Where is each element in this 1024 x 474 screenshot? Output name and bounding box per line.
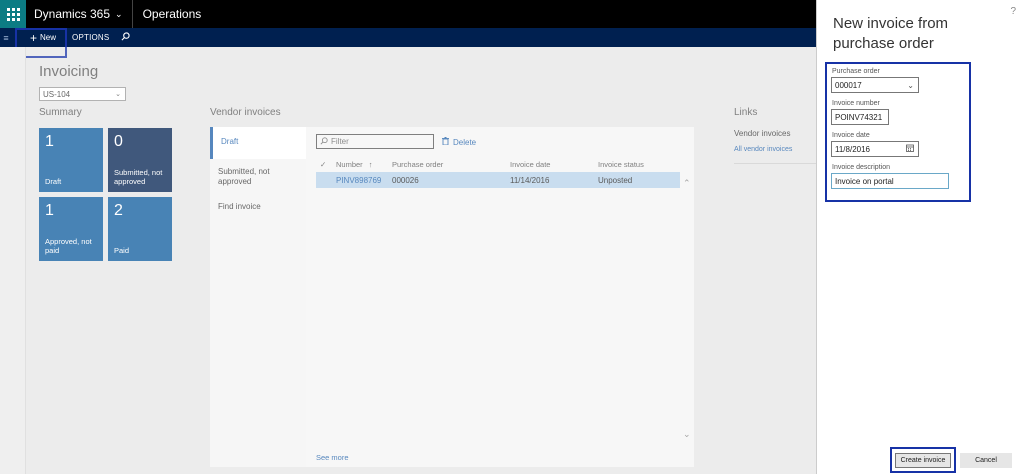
tile-draft[interactable]: 1 Draft bbox=[39, 128, 103, 192]
purchase-order-cell: 000026 bbox=[392, 176, 419, 185]
delete-label: Delete bbox=[453, 137, 477, 147]
summary-title: Summary bbox=[39, 107, 82, 118]
navigation-pane bbox=[0, 47, 26, 474]
check-icon[interactable]: ✓ bbox=[320, 160, 326, 169]
links-divider bbox=[734, 163, 816, 164]
column-invoice-status[interactable]: Invoice status bbox=[598, 160, 644, 169]
tile-paid[interactable]: 2 Paid bbox=[108, 197, 172, 261]
chevron-down-icon: ⌄ bbox=[115, 91, 121, 98]
invoice-number-link[interactable]: PINV898769 bbox=[336, 176, 381, 185]
tile-submitted-not-approved[interactable]: 0 Submitted, not approved bbox=[108, 128, 172, 192]
app-launcher[interactable] bbox=[0, 0, 26, 28]
company-select[interactable]: US-104 ⌄ bbox=[39, 87, 126, 101]
search-icon[interactable] bbox=[121, 32, 131, 43]
tile-count: 1 bbox=[45, 133, 54, 150]
tile-label: Paid bbox=[114, 246, 130, 255]
vendor-invoices-title: Vendor invoices bbox=[210, 107, 281, 118]
scroll-down-icon[interactable]: ⌄ bbox=[683, 429, 691, 440]
chevron-down-icon: ⌄ bbox=[115, 8, 123, 19]
tile-count: 1 bbox=[45, 202, 54, 219]
tile-count: 0 bbox=[114, 133, 123, 150]
tile-approved-not-paid[interactable]: 1 Approved, not paid bbox=[39, 197, 103, 261]
tile-label: Approved, not paid bbox=[45, 237, 92, 255]
links-title: Links bbox=[734, 107, 758, 118]
tile-label: Submitted, not approved bbox=[114, 168, 163, 186]
filter-placeholder: Filter bbox=[331, 137, 349, 146]
column-number[interactable]: Number ↑ bbox=[336, 160, 373, 169]
filter-input[interactable]: Filter bbox=[316, 134, 434, 149]
waffle-icon bbox=[6, 7, 20, 21]
brand-name: Dynamics 365 bbox=[34, 7, 111, 21]
company-value: US-104 bbox=[43, 89, 71, 99]
create-invoice-highlight bbox=[890, 447, 956, 473]
grid-header: ✓ Number ↑ Purchase order Invoice date I… bbox=[306, 157, 694, 171]
page-title: Invoicing bbox=[39, 63, 99, 80]
filter-icon bbox=[320, 136, 328, 147]
fields-highlight bbox=[825, 62, 971, 202]
module-name[interactable]: Operations bbox=[133, 7, 212, 21]
invoice-status-cell: Unposted bbox=[598, 176, 633, 185]
tile-count: 2 bbox=[114, 202, 123, 219]
options-tab[interactable]: OPTIONS bbox=[66, 33, 115, 42]
tab-submitted-not-approved[interactable]: Submitted, not approved bbox=[210, 167, 306, 191]
column-purchase-order[interactable]: Purchase order bbox=[392, 160, 443, 169]
hamburger-icon[interactable]: ≡ bbox=[0, 33, 12, 43]
table-row[interactable]: PINV898769 000026 11/14/2016 Unposted bbox=[316, 172, 680, 188]
tab-draft[interactable]: Draft bbox=[210, 127, 306, 159]
link-all-vendor-invoices[interactable]: All vendor invoices bbox=[734, 146, 792, 153]
sort-up-icon: ↑ bbox=[368, 160, 373, 169]
scroll-up-icon[interactable]: ⌃ bbox=[683, 178, 691, 189]
delete-icon bbox=[442, 137, 449, 147]
tab-find-invoice[interactable]: Find invoice bbox=[210, 202, 306, 214]
invoice-date-cell: 11/14/2016 bbox=[510, 176, 550, 185]
delete-button[interactable]: Delete bbox=[442, 137, 476, 147]
column-invoice-date[interactable]: Invoice date bbox=[510, 160, 550, 169]
tile-label: Draft bbox=[45, 177, 62, 186]
see-more-link[interactable]: See more bbox=[316, 453, 349, 462]
brand-switcher[interactable]: Dynamics 365 ⌄ bbox=[26, 0, 133, 28]
cancel-button[interactable]: Cancel bbox=[960, 453, 1012, 468]
links-subtitle: Vendor invoices bbox=[734, 129, 791, 138]
column-number-label: Number bbox=[336, 160, 363, 169]
dialog-title: New invoice from purchase order bbox=[833, 15, 949, 52]
